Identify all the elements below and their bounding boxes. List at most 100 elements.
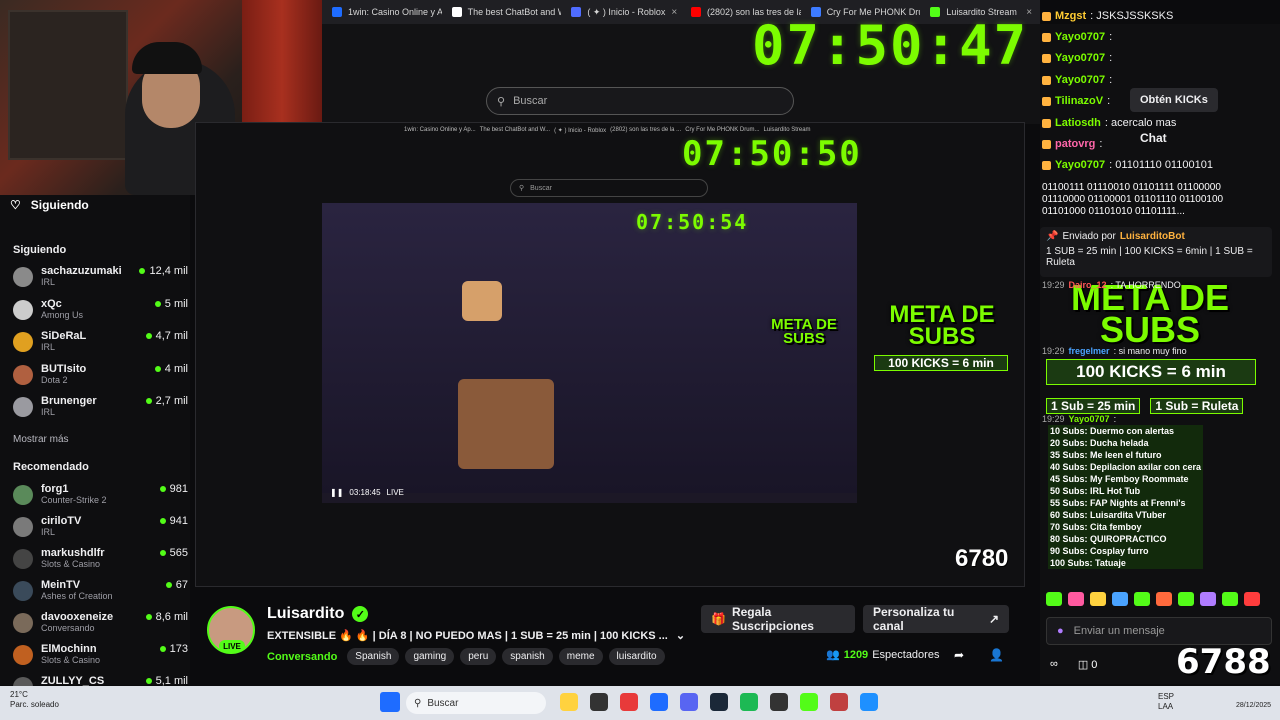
sub-goal: 70 Subs: Cita femboy (1048, 521, 1204, 533)
browser-tab[interactable]: ( ✦ ) Inicio - Roblox × (563, 1, 681, 23)
chat-username[interactable]: Yayo0707 (1055, 31, 1105, 43)
store-icon[interactable] (830, 693, 848, 711)
emote-icon[interactable] (1200, 592, 1216, 606)
tab-favicon-icon (451, 7, 462, 17)
channel-item[interactable]: davooxeneize Conversando 8,6 mil (13, 611, 188, 633)
obs-icon[interactable] (770, 693, 788, 711)
emote-icon[interactable] (1244, 592, 1260, 606)
pause-icon: ❚❚ (330, 488, 344, 497)
stream-tag[interactable]: gaming (405, 648, 455, 665)
chat-username[interactable]: Mzgst (1055, 10, 1086, 22)
emote-icon[interactable] (1112, 592, 1128, 606)
sub-goal: 55 Subs: FAP Nights at Frenni's (1048, 497, 1204, 509)
following-toggle[interactable]: ♡ Siguiendo (10, 198, 89, 212)
chat-username[interactable]: Yayo0707 (1055, 74, 1105, 86)
chat-username[interactable]: Dairo_12 (1069, 280, 1107, 290)
file-explorer-icon[interactable] (560, 693, 578, 711)
avatar (13, 397, 33, 417)
customize-channel-button[interactable]: Personaliza tu canal ↗ (863, 605, 1009, 633)
pinned-by: Enviado por (1062, 231, 1116, 242)
avatar (13, 267, 33, 287)
windows-taskbar (0, 686, 1280, 720)
windows-start-icon[interactable] (380, 692, 400, 712)
emote-icon[interactable] (1068, 592, 1084, 606)
weather-desc: Parc. soleado (10, 700, 59, 709)
tray-language[interactable]: ESP LAA (1158, 692, 1174, 712)
sub-badge-icon (1042, 96, 1051, 106)
avatar (13, 485, 33, 505)
chat-username[interactable]: Yayo0707 (1055, 52, 1105, 64)
follow-user-icon[interactable]: 👤 (989, 648, 1004, 662)
nested-meta-title-2: META DE SUBS (889, 301, 995, 350)
channel-item[interactable]: markushdlfr Slots & Casino 565 (13, 547, 188, 569)
channel-item[interactable]: MeinTV Ashes of Creation 67 (13, 579, 188, 601)
emote-icon[interactable] (1222, 592, 1238, 606)
viewer-count: 4 mil (154, 363, 188, 375)
channel-item[interactable]: ElMochinn Slots & Casino 173 (13, 643, 188, 665)
emote-icon[interactable] (1046, 592, 1062, 606)
avatar (13, 299, 33, 320)
discord-icon[interactable] (680, 693, 698, 711)
stream-tag[interactable]: Spanish (347, 648, 400, 665)
channel-item[interactable]: sachazuzumaki IRL 12,4 mil (13, 265, 188, 287)
nested-search-icon: ⚲ (519, 185, 525, 192)
browser-tab[interactable]: The best ChatBot and W...× (444, 1, 562, 23)
search-input[interactable]: ⚲ Buscar (486, 87, 794, 115)
kick-icon[interactable] (800, 693, 818, 711)
terminal-icon[interactable] (590, 693, 608, 711)
channel-item[interactable]: xQc Among Us 5 mil (13, 298, 188, 320)
chat-username[interactable]: fregelmer (1069, 346, 1110, 356)
chat-username[interactable]: patovrg (1055, 138, 1095, 150)
emote-icon[interactable] (1090, 592, 1106, 606)
spotify-icon[interactable] (740, 693, 758, 711)
chat-message: patovrg: (1042, 138, 1102, 150)
stream-tag[interactable]: peru (460, 648, 497, 665)
share-icon[interactable]: ➦ (954, 648, 964, 662)
notes-icon[interactable] (860, 693, 878, 711)
channel-item[interactable]: ciriloTV IRL 941 (13, 515, 188, 537)
channel-item[interactable]: forg1 Counter-Strike 2 981 (13, 483, 188, 505)
pinned-message: 📌 Enviado por LuisarditoBot 1 SUB = 25 m… (1040, 227, 1272, 277)
get-kicks-button[interactable]: Obtén KICKs (1130, 88, 1218, 112)
emote-icon[interactable] (1178, 592, 1194, 606)
chat-username[interactable]: TilinazoV (1055, 95, 1103, 107)
lang: ESP (1158, 692, 1175, 701)
channel-item[interactable]: BUTIsito Dota 2 4 mil (13, 363, 188, 385)
emote-icon[interactable] (1156, 592, 1172, 606)
app-icon[interactable] (620, 693, 638, 711)
stream-tag[interactable]: spanish (502, 648, 553, 665)
count-value: 8,6 mil (155, 611, 188, 623)
channel-meta: sachazuzumaki IRL (41, 265, 131, 287)
infinity-icon[interactable]: ∞ (1050, 658, 1058, 671)
stream-category[interactable]: Conversando (267, 651, 337, 663)
mic-icon: ● (1057, 625, 1064, 637)
binary-line: 01110000 01100001 01101110 01100100 (1042, 194, 1224, 205)
chrome-icon[interactable] (650, 693, 668, 711)
channel-meta: ciriloTV IRL (41, 515, 152, 537)
chat-username[interactable]: Yayo0707 (1069, 414, 1110, 424)
gift-subs-button[interactable]: 🎁 Regala Suscripciones (701, 605, 855, 633)
recommended-section-title: Recomendado (13, 461, 89, 473)
channel-name: MeinTV (41, 579, 81, 591)
chat-input[interactable]: ● Enviar un mensaje (1046, 617, 1272, 645)
chat-username[interactable]: Yayo0707 (1055, 159, 1105, 171)
taskbar-search[interactable]: ⚲ Buscar (406, 692, 546, 714)
chevron-down-icon[interactable]: ⌄ (676, 629, 685, 642)
binary-line: 01100111 01110010 01101111 01100000 (1042, 182, 1221, 193)
close-icon[interactable]: × (671, 7, 677, 18)
pinned-text: 1 SUB = 25 min | 100 KICKS = 6min | 1 SU… (1046, 246, 1253, 268)
chat-username[interactable]: Latiosdh (1055, 117, 1101, 129)
kicks-counter[interactable]: ◫ 0 (1078, 658, 1098, 671)
stream-tag[interactable]: meme (558, 648, 603, 665)
steam-icon[interactable] (710, 693, 728, 711)
stream-channel[interactable]: Luisardito ✓ (267, 605, 369, 623)
browser-tab[interactable]: 1win: Casino Online y Ap...× (324, 1, 442, 23)
channel-item[interactable]: Brunenger IRL 2,7 mil (13, 395, 188, 417)
stream-tag[interactable]: luisardito (608, 648, 665, 665)
channel-item[interactable]: SiDeRaL IRL 4,7 mil (13, 330, 188, 352)
emote-icon[interactable] (1134, 592, 1150, 606)
weather-widget[interactable]: 21°C Parc. soleado (10, 690, 59, 710)
heart-icon: ♡ (10, 198, 21, 212)
tab-label: The best ChatBot and W... (467, 7, 562, 17)
show-more-link[interactable]: Mostrar más (13, 434, 69, 445)
